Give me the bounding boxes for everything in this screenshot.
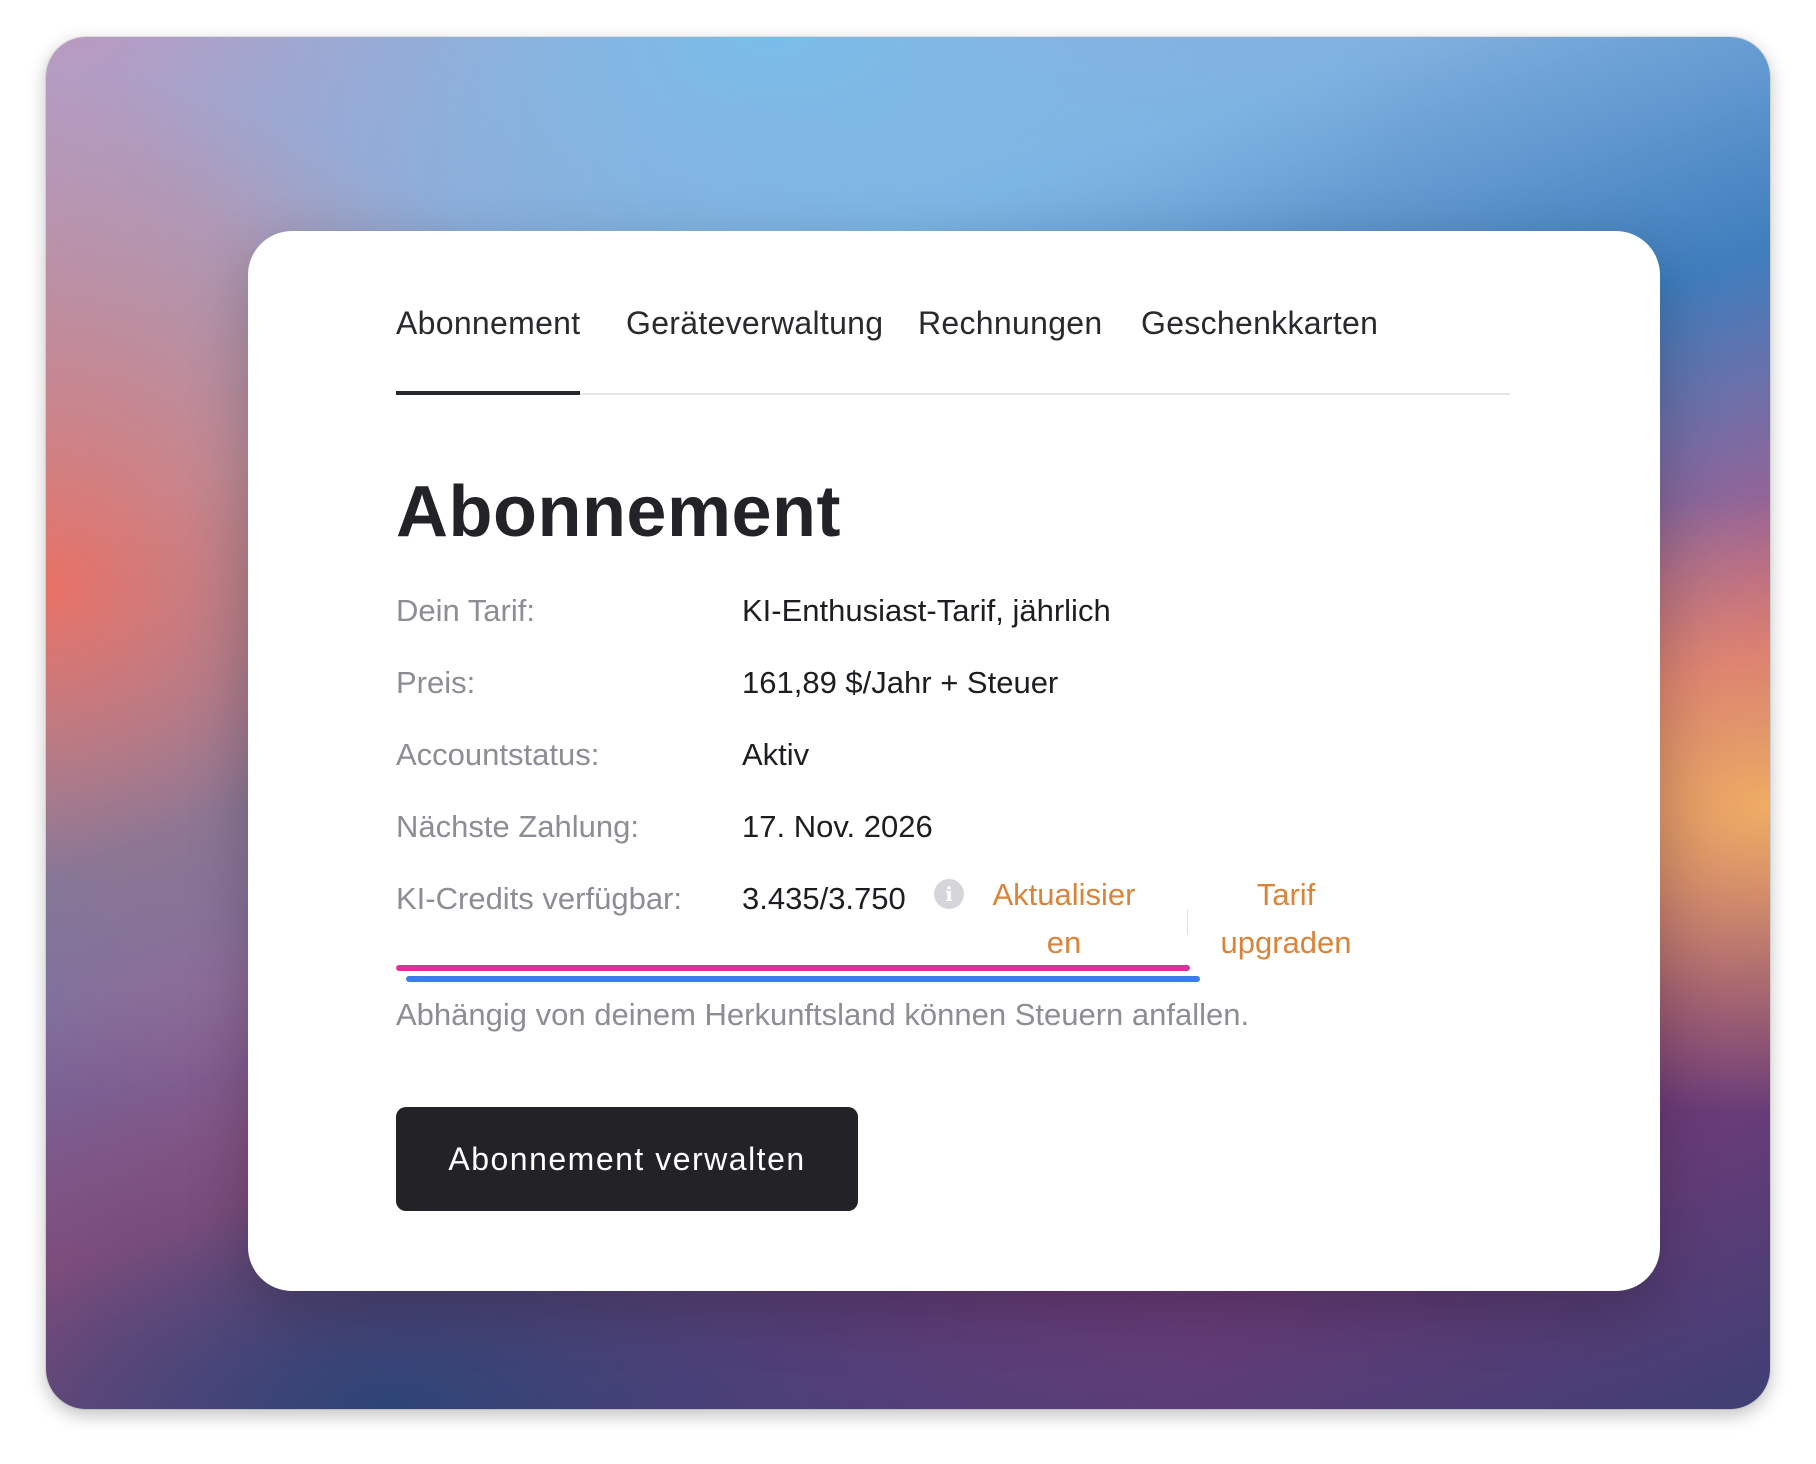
tab-geschenkkarten[interactable]: Geschenkkarten <box>1141 301 1378 393</box>
price-label: Preis: <box>396 665 476 700</box>
blue-highlight-line <box>406 976 1200 982</box>
manage-subscription-button[interactable]: Abonnement verwalten <box>396 1107 858 1211</box>
upgrade-plan-link[interactable]: Tarif upgraden <box>1212 871 1360 967</box>
pink-highlight-line <box>396 965 1190 971</box>
credits-value: 3.435/3.750 <box>742 881 906 916</box>
tab-bar: Abonnement Geräteverwaltung Rechnungen G… <box>396 301 1510 395</box>
tab-rechnungen[interactable]: Rechnungen <box>918 301 1102 393</box>
subscription-card: Abonnement Geräteverwaltung Rechnungen G… <box>248 231 1660 1291</box>
refresh-credits-link[interactable]: Aktualisieren <box>984 871 1144 967</box>
link-divider <box>1187 909 1188 935</box>
tax-note: Abhängig von deinem Herkunftsland können… <box>396 997 1250 1032</box>
plan-value: KI-Enthusiast-Tarif, jährlich <box>742 593 1111 628</box>
status-label: Accountstatus: <box>396 737 600 772</box>
plan-label: Dein Tarif: <box>396 593 535 628</box>
status-value: Aktiv <box>742 737 810 772</box>
next-payment-value: 17. Nov. 2026 <box>742 809 933 844</box>
credits-label: KI-Credits verfügbar: <box>396 881 682 916</box>
price-value: 161,89 $/Jahr + Steuer <box>742 665 1059 700</box>
next-payment-label: Nächste Zahlung: <box>396 809 639 844</box>
tab-geraeteverwaltung[interactable]: Geräteverwaltung <box>626 301 883 393</box>
tab-abonnement[interactable]: Abonnement <box>396 301 581 395</box>
desktop-wallpaper: Abonnement Geräteverwaltung Rechnungen G… <box>46 37 1770 1409</box>
page-title: Abonnement <box>396 472 841 552</box>
info-icon[interactable]: i <box>934 879 964 909</box>
